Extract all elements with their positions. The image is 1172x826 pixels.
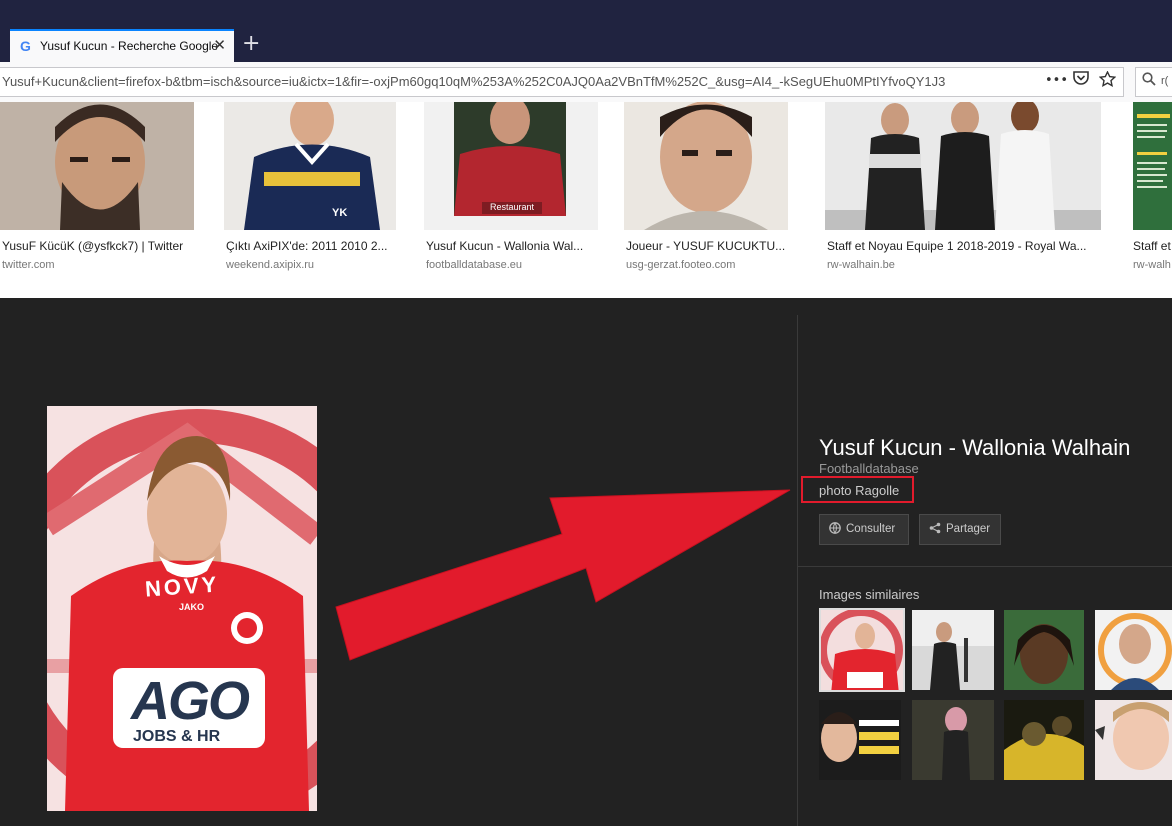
image-source: Footballdatabase: [819, 461, 919, 476]
globe-icon: [829, 522, 841, 537]
jersey-initials: YK: [332, 207, 348, 219]
result-domain: usg-gerzat.footeo.com: [626, 259, 736, 271]
result-card[interactable]: YK Çıktı AxiPIX'de: 2011 2010 2... weeke…: [224, 102, 398, 292]
result-domain: rw-walhain.be: [827, 259, 895, 271]
result-card[interactable]: Restaurant Yusuf Kucun - Wallonia Wal...…: [424, 102, 598, 292]
visit-label: Consulter: [846, 523, 896, 535]
search-icon: [1142, 72, 1156, 90]
result-domain: footballdatabase.eu: [426, 259, 523, 271]
image-title[interactable]: Yusuf Kucun - Wallonia Walhain: [819, 435, 1130, 461]
result-domain: twitter.com: [2, 259, 55, 271]
search-text: r(: [1161, 75, 1169, 87]
result-caption[interactable]: Çıktı AxiPIX'de: 2011 2010 2...: [226, 239, 398, 253]
browser-tab[interactable]: G Yusuf Kucun - Recherche Google ✕: [10, 29, 234, 62]
result-card[interactable]: YusuF KücüK (@ysfkck7) | Twitter twitter…: [0, 102, 194, 292]
url-bar[interactable]: Yusuf+Kucun&client=firefox-b&tbm=isch&so…: [0, 67, 1124, 97]
share-label: Partager: [946, 523, 991, 535]
similar-image[interactable]: [912, 610, 994, 690]
result-domain: weekend.axipix.ru: [226, 259, 315, 271]
share-button[interactable]: Partager: [919, 514, 1001, 545]
main-preview-image[interactable]: NOVY JAKO AGO JOBS & HR: [47, 406, 317, 811]
result-thumbnail[interactable]: [825, 102, 1101, 230]
url-text: Yusuf+Kucun&client=firefox-b&tbm=isch&so…: [2, 74, 946, 89]
section-divider: [798, 566, 1172, 567]
visit-button[interactable]: Consulter: [819, 514, 909, 545]
result-thumbnail[interactable]: [624, 102, 788, 230]
star-icon[interactable]: [1098, 70, 1117, 91]
navigation-bar: Yusuf+Kucun&client=firefox-b&tbm=isch&so…: [0, 62, 1172, 103]
similar-image[interactable]: [1004, 610, 1084, 690]
result-thumbnail[interactable]: [0, 102, 194, 230]
similar-image[interactable]: [1095, 700, 1172, 780]
sponsor-logo: AGO: [131, 671, 250, 731]
result-caption[interactable]: Staff et: [1133, 239, 1172, 253]
similar-image[interactable]: [1095, 610, 1172, 690]
highlight-box: [801, 476, 914, 503]
plus-icon[interactable]: +: [242, 31, 260, 56]
result-thumbnail[interactable]: Restaurant: [424, 102, 598, 230]
jersey-text: NOVY: [144, 571, 221, 602]
result-card[interactable]: Joueur - YUSUF KUCUKTU... usg-gerzat.foo…: [624, 102, 800, 292]
google-g-icon: G: [20, 38, 31, 54]
annotation-arrow: [335, 489, 791, 661]
close-icon[interactable]: ✕: [213, 36, 226, 54]
similar-image[interactable]: [912, 700, 994, 780]
sponsor-text: Restaurant: [490, 202, 535, 212]
jersey-brand: JAKO: [179, 602, 205, 612]
results-strip: YusuF KücüK (@ysfkck7) | Twitter twitter…: [0, 102, 1172, 298]
search-box[interactable]: r(: [1135, 67, 1172, 97]
result-caption[interactable]: Staff et Noyau Equipe 1 2018-2019 - Roya…: [827, 239, 1103, 253]
share-icon: [929, 522, 941, 537]
result-thumbnail[interactable]: [1133, 102, 1172, 230]
result-card[interactable]: Staff et rw-walh: [1131, 102, 1172, 292]
result-caption[interactable]: Joueur - YUSUF KUCUKTU...: [626, 239, 798, 253]
more-icon[interactable]: •••: [1045, 73, 1068, 88]
pocket-icon[interactable]: [1073, 71, 1089, 90]
result-card[interactable]: Staff et Noyau Equipe 1 2018-2019 - Roya…: [825, 102, 1105, 292]
sponsor-subtitle: JOBS & HR: [133, 728, 221, 745]
similar-image[interactable]: [1004, 700, 1084, 780]
panel-divider: [797, 315, 798, 826]
tab-title: Yusuf Kucun - Recherche Google: [40, 39, 218, 53]
browser-titlebar: G Yusuf Kucun - Recherche Google ✕ +: [0, 0, 1172, 62]
similar-image[interactable]: [819, 700, 901, 780]
similar-images-label: Images similaires: [819, 587, 920, 602]
similar-image[interactable]: [819, 608, 905, 692]
result-domain: rw-walh: [1133, 259, 1171, 271]
result-caption[interactable]: YusuF KücüK (@ysfkck7) | Twitter: [2, 239, 194, 253]
result-thumbnail[interactable]: YK: [224, 102, 396, 230]
result-caption[interactable]: Yusuf Kucun - Wallonia Wal...: [426, 239, 598, 253]
